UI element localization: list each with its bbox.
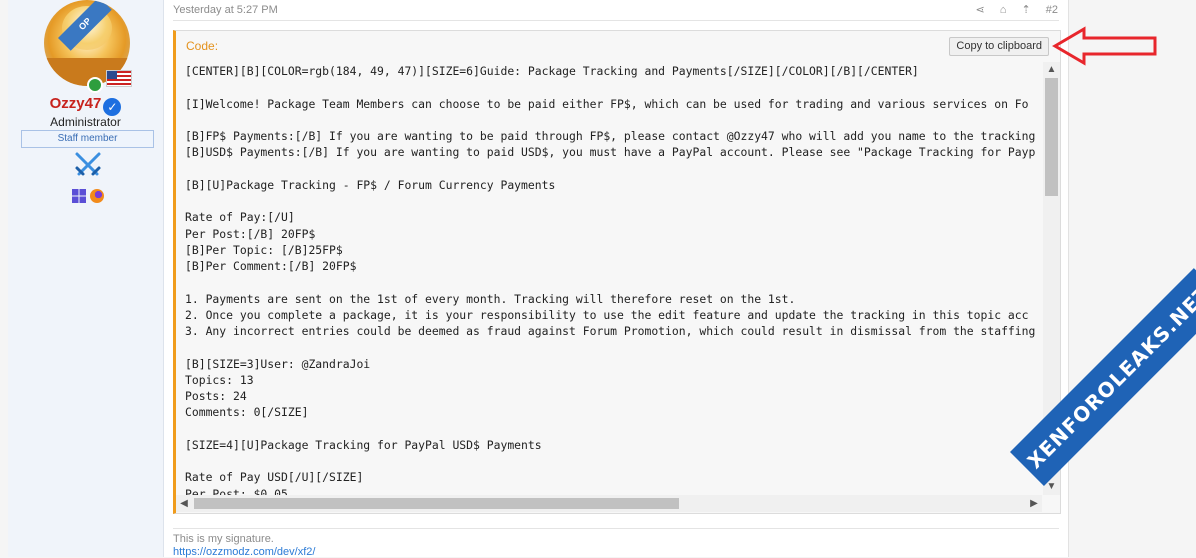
copy-to-clipboard-button[interactable]: Copy to clipboard — [949, 37, 1049, 56]
signature-divider — [173, 528, 1059, 529]
share-icon[interactable]: ⋖ — [975, 3, 984, 16]
user-title: Administrator — [50, 115, 121, 129]
code-line: 2. Once you complete a package, it is yo… — [185, 307, 1029, 322]
code-line: 3. Any incorrect entries could be deemed… — [185, 324, 1036, 338]
code-line: Rate of Pay USD[/U][/SIZE] — [185, 470, 364, 485]
code-line: Rate of Pay:[/U] — [185, 210, 295, 225]
post-number[interactable]: #2 — [1046, 4, 1058, 16]
code-line: [B]FP$ Payments:[/B] If you are wanting … — [185, 129, 1036, 143]
online-status-icon — [87, 77, 103, 93]
us-flag-icon — [106, 70, 132, 87]
code-line: 1. Payments are sent on the 1st of every… — [185, 291, 796, 306]
crossed-swords-icon — [75, 152, 101, 176]
signature-link[interactable]: https://ozzmodz.com/dev/xf2/ — [173, 546, 315, 558]
code-line: [SIZE=4][U]Package Tracking for PayPal U… — [185, 437, 542, 452]
code-line: [B][U]Package Tracking - FP$ / Forum Cur… — [185, 177, 556, 192]
code-line: [B]USD$ Payments:[/B] If you are wanting… — [185, 145, 1036, 160]
code-block-title: Code: — [186, 39, 219, 53]
username-text[interactable]: Ozzy47 — [50, 95, 102, 112]
signature-text: This is my signature. — [173, 533, 274, 545]
scroll-right-icon[interactable]: ▶ — [1026, 495, 1042, 512]
code-line: [CENTER][B][COLOR=rgb(184, 49, 47)][SIZE… — [185, 64, 919, 78]
code-line: [B][SIZE=3]User: @ZandraJoi — [185, 356, 371, 371]
header-divider — [173, 20, 1059, 21]
user-info-panel: OP Ozzy47 ✓ Administrator Staff member — [8, 0, 164, 557]
jump-top-icon[interactable]: ⇡ — [1021, 3, 1030, 16]
code-line: Posts: 24 — [185, 389, 247, 403]
code-content[interactable]: [CENTER][B][COLOR=rgb(184, 49, 47)][SIZE… — [176, 62, 1042, 495]
code-line: Per Post:[/B] 20FP$ — [185, 226, 316, 241]
code-block: Code: Copy to clipboard [CENTER][B][COLO… — [173, 30, 1061, 514]
firefox-icon — [90, 188, 104, 203]
post-timestamp[interactable]: Yesterday at 5:27 PM — [173, 4, 278, 16]
horizontal-scroll-thumb[interactable] — [194, 498, 679, 509]
client-icons — [72, 188, 104, 203]
bookmark-icon[interactable]: ⌂ — [1000, 4, 1007, 16]
scroll-left-icon[interactable]: ◀ — [176, 495, 192, 512]
code-line: [I]Welcome! Package Team Members can cho… — [185, 96, 1029, 111]
windows-icon — [72, 188, 86, 203]
verified-badge-icon: ✓ — [103, 98, 122, 116]
red-arrow-annotation-icon — [1052, 26, 1157, 66]
code-line: [B]Per Topic: [/B]25FP$ — [185, 242, 343, 257]
staff-member-badge: Staff member — [21, 130, 154, 148]
vertical-scroll-thumb[interactable] — [1045, 78, 1058, 196]
code-line: Per Post: $0.05 — [185, 486, 288, 496]
username[interactable]: Ozzy47 ✓ — [8, 95, 163, 116]
code-line: Topics: 13 — [185, 372, 254, 387]
code-line: Comments: 0[/SIZE] — [185, 405, 309, 420]
post-actions: ⋖ ⌂ ⇡ #2 — [963, 3, 1058, 16]
horizontal-scrollbar[interactable]: ◀ ▶ — [176, 495, 1042, 512]
code-line: [B]Per Comment:[/B] 20FP$ — [185, 259, 357, 273]
